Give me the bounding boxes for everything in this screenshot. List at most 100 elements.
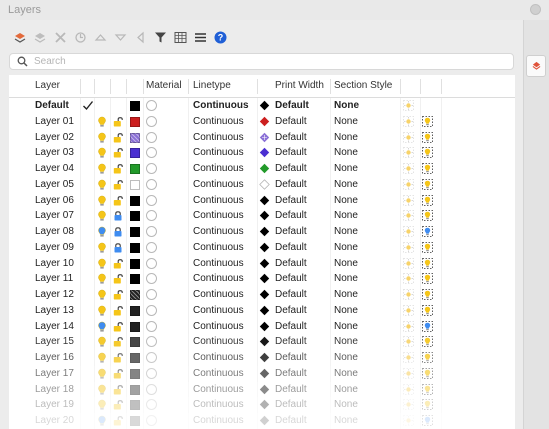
layer-row-layer-17[interactable]: Layer 17 Continuous Default None <box>9 365 515 382</box>
layer-color-swatch[interactable] <box>130 384 140 395</box>
layer-name[interactable]: Layer 04 <box>35 161 74 177</box>
lock-open-icon[interactable] <box>113 258 123 272</box>
linetype-value[interactable]: Continuous <box>193 240 244 256</box>
layer-color-swatch[interactable] <box>130 290 140 300</box>
section-light-icon[interactable] <box>422 415 433 429</box>
layer-color-swatch[interactable] <box>130 227 140 237</box>
section-fill-icon[interactable] <box>403 226 414 240</box>
search-input[interactable] <box>34 55 504 68</box>
lock-open-icon[interactable] <box>113 368 123 382</box>
material-swatch[interactable] <box>146 147 157 159</box>
section-style-value[interactable]: None <box>334 413 358 429</box>
layer-row-layer-04[interactable]: Layer 04 Continuous Default None <box>9 161 515 177</box>
light-off-icon[interactable] <box>97 321 107 335</box>
layer-color-swatch[interactable] <box>130 400 140 411</box>
section-light-icon[interactable] <box>422 131 433 146</box>
section-style-value[interactable]: None <box>334 161 358 177</box>
light-on-icon[interactable] <box>97 210 107 224</box>
menu-icon[interactable] <box>194 31 207 44</box>
layers-side-tab[interactable] <box>526 55 546 77</box>
material-swatch[interactable] <box>146 399 157 411</box>
section-light-icon[interactable] <box>422 226 433 240</box>
light-on-icon[interactable] <box>97 258 107 272</box>
print-color-icon[interactable] <box>259 305 270 319</box>
layer-name[interactable]: Layer 08 <box>35 224 74 240</box>
light-on-icon[interactable] <box>97 368 107 382</box>
material-swatch[interactable] <box>146 336 157 348</box>
light-on-icon[interactable] <box>97 179 107 193</box>
lock-open-icon[interactable] <box>113 336 123 350</box>
layer-row-default[interactable]: Default Continuous Default None <box>9 98 515 114</box>
layer-row-layer-01[interactable]: Layer 01 Continuous Default None <box>9 113 515 130</box>
print-color-icon[interactable] <box>259 273 270 287</box>
layer-name[interactable]: Layer 07 <box>35 208 74 224</box>
material-swatch[interactable] <box>146 210 157 222</box>
print-color-icon[interactable] <box>259 226 270 240</box>
section-light-icon[interactable] <box>422 115 433 130</box>
linetype-value[interactable]: Continuous <box>193 177 244 193</box>
section-light-icon[interactable] <box>422 383 433 398</box>
linetype-value[interactable]: Continuous <box>193 114 244 130</box>
light-on-icon[interactable] <box>97 336 107 350</box>
layer-row-layer-05[interactable]: Layer 05 Continuous Default None <box>9 176 515 193</box>
print-color-icon[interactable] <box>259 415 270 429</box>
light-on-icon[interactable] <box>97 352 107 366</box>
section-style-value[interactable]: None <box>334 271 358 287</box>
section-style-value[interactable]: None <box>334 240 358 256</box>
light-on-icon[interactable] <box>97 195 107 209</box>
linetype-value[interactable]: Continuous <box>193 130 244 146</box>
print-color-icon[interactable] <box>259 210 270 224</box>
lock-open-icon[interactable] <box>113 352 123 366</box>
light-on-icon[interactable] <box>97 289 107 303</box>
section-fill-icon[interactable] <box>403 415 414 429</box>
layer-name[interactable]: Layer 13 <box>35 303 74 319</box>
section-fill-icon[interactable] <box>403 147 414 161</box>
column-header-section-style[interactable]: Section Style <box>334 75 392 97</box>
light-on-icon[interactable] <box>97 163 107 177</box>
layer-color-swatch[interactable] <box>130 337 140 348</box>
layer-row-layer-07[interactable]: Layer 07 Continuous Default None <box>9 208 515 224</box>
print-width-value[interactable]: Default <box>275 382 307 398</box>
linetype-value[interactable]: Continuous <box>193 271 244 287</box>
layer-color-swatch[interactable] <box>130 132 140 143</box>
print-width-value[interactable]: Default <box>275 130 307 146</box>
section-style-value[interactable]: None <box>334 366 358 382</box>
layer-color-swatch[interactable] <box>130 179 140 190</box>
move-down-icon[interactable] <box>114 31 127 44</box>
section-fill-icon[interactable] <box>403 336 414 350</box>
layer-color-swatch[interactable] <box>130 116 140 127</box>
linetype-value[interactable]: Continuous <box>193 350 244 366</box>
layer-name[interactable]: Layer 05 <box>35 177 74 193</box>
layer-color-swatch[interactable] <box>130 101 140 111</box>
column-header-print-width[interactable]: Print Width <box>275 75 324 97</box>
section-fill-icon[interactable] <box>403 115 414 130</box>
layer-row-layer-20[interactable]: Layer 20 Continuous Default None <box>9 413 515 429</box>
lock-open-icon[interactable] <box>113 415 123 429</box>
layer-name[interactable]: Layer 17 <box>35 366 74 382</box>
layer-row-layer-09[interactable]: Layer 09 Continuous Default None <box>9 239 515 256</box>
linetype-value[interactable]: Continuous <box>193 208 244 224</box>
material-swatch[interactable] <box>146 367 157 379</box>
section-style-value[interactable]: None <box>334 334 358 350</box>
material-swatch[interactable] <box>146 383 157 395</box>
section-light-icon[interactable] <box>422 336 433 350</box>
light-on-icon[interactable] <box>97 399 107 413</box>
light-on-icon[interactable] <box>97 384 107 398</box>
print-color-icon[interactable] <box>259 178 270 193</box>
layer-row-layer-02[interactable]: Layer 02 Continuous Default None <box>9 129 515 146</box>
section-fill-icon[interactable] <box>403 320 414 335</box>
lock-open-icon[interactable] <box>113 195 123 209</box>
lock-open-icon[interactable] <box>113 305 123 319</box>
layer-row-layer-11[interactable]: Layer 11 Continuous Default None <box>9 271 515 287</box>
layer-color-swatch[interactable] <box>130 211 140 222</box>
layer-name[interactable]: Layer 12 <box>35 287 74 303</box>
material-swatch[interactable] <box>146 273 157 285</box>
section-style-value[interactable]: None <box>334 114 358 130</box>
layer-color-swatch[interactable] <box>130 353 140 363</box>
section-fill-icon[interactable] <box>403 383 414 398</box>
layer-color-swatch[interactable] <box>130 274 140 285</box>
layer-row-layer-08[interactable]: Layer 08 Continuous Default None <box>9 224 515 240</box>
section-style-value[interactable]: None <box>334 130 358 146</box>
section-fill-icon[interactable] <box>403 367 414 382</box>
light-on-icon[interactable] <box>97 305 107 319</box>
